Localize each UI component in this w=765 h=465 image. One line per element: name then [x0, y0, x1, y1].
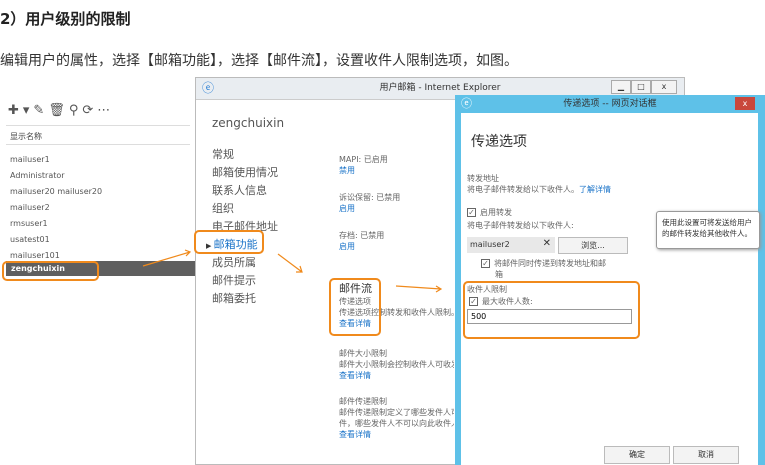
remove-icon[interactable]: ✕	[543, 238, 551, 249]
dialog-close-button[interactable]: x	[735, 97, 755, 110]
checkbox-checked-icon: ✓	[481, 259, 490, 268]
forward-desc-text: 将电子邮件转发给以下收件人。	[467, 185, 579, 194]
dialog-heading: 传递选项	[471, 134, 527, 150]
arrow	[277, 253, 303, 273]
deliver-both-label-2: 箱	[495, 270, 503, 279]
cancel-button[interactable]: 取消	[673, 446, 739, 464]
browse-button[interactable]: 浏览...	[558, 237, 628, 254]
tooltip: 使用此设置可将发送给用户的邮件转发给其他收件人。	[656, 211, 760, 249]
dialog-titlebar: ⓔ 传递选项 -- 网页对话框	[455, 95, 765, 113]
learn-more-link[interactable]: 了解详情	[579, 185, 611, 194]
checkbox-checked-icon: ✓	[467, 208, 476, 217]
dialog-body: 传递选项 转发地址 将电子邮件转发给以下收件人。了解详情 ✓ 启用转发 将电子邮件…	[461, 113, 760, 465]
deliver-both-label: 将邮件同时传递到转发地址和邮	[494, 259, 606, 268]
recipient-field[interactable]: mailuser2 ✕	[467, 237, 555, 253]
recipient-value: mailuser2	[470, 240, 510, 249]
arrow	[142, 249, 192, 267]
delivery-options-dialog: ⓔ 传递选项 -- 网页对话框 x 传递选项 转发地址 将电子邮件转发给以下收件…	[455, 95, 765, 465]
ie-logo-icon: ⓔ	[461, 97, 472, 110]
forward-label: 转发地址	[467, 174, 499, 183]
dialog-title: 传递选项 -- 网页对话框	[563, 99, 657, 109]
enable-forward-label: 启用转发	[480, 208, 512, 217]
ok-button[interactable]: 确定	[604, 446, 670, 464]
highlight-box	[463, 281, 640, 339]
deliver-both-checkbox[interactable]: ✓ 将邮件同时传递到转发地址和邮箱	[481, 258, 611, 280]
enable-forward-checkbox[interactable]: ✓ 启用转发	[467, 207, 512, 218]
forward-desc: 将电子邮件转发给以下收件人。了解详情	[467, 184, 611, 195]
arrow	[395, 285, 443, 293]
forward-to-label: 将电子邮件转发给以下收件人:	[467, 221, 574, 230]
